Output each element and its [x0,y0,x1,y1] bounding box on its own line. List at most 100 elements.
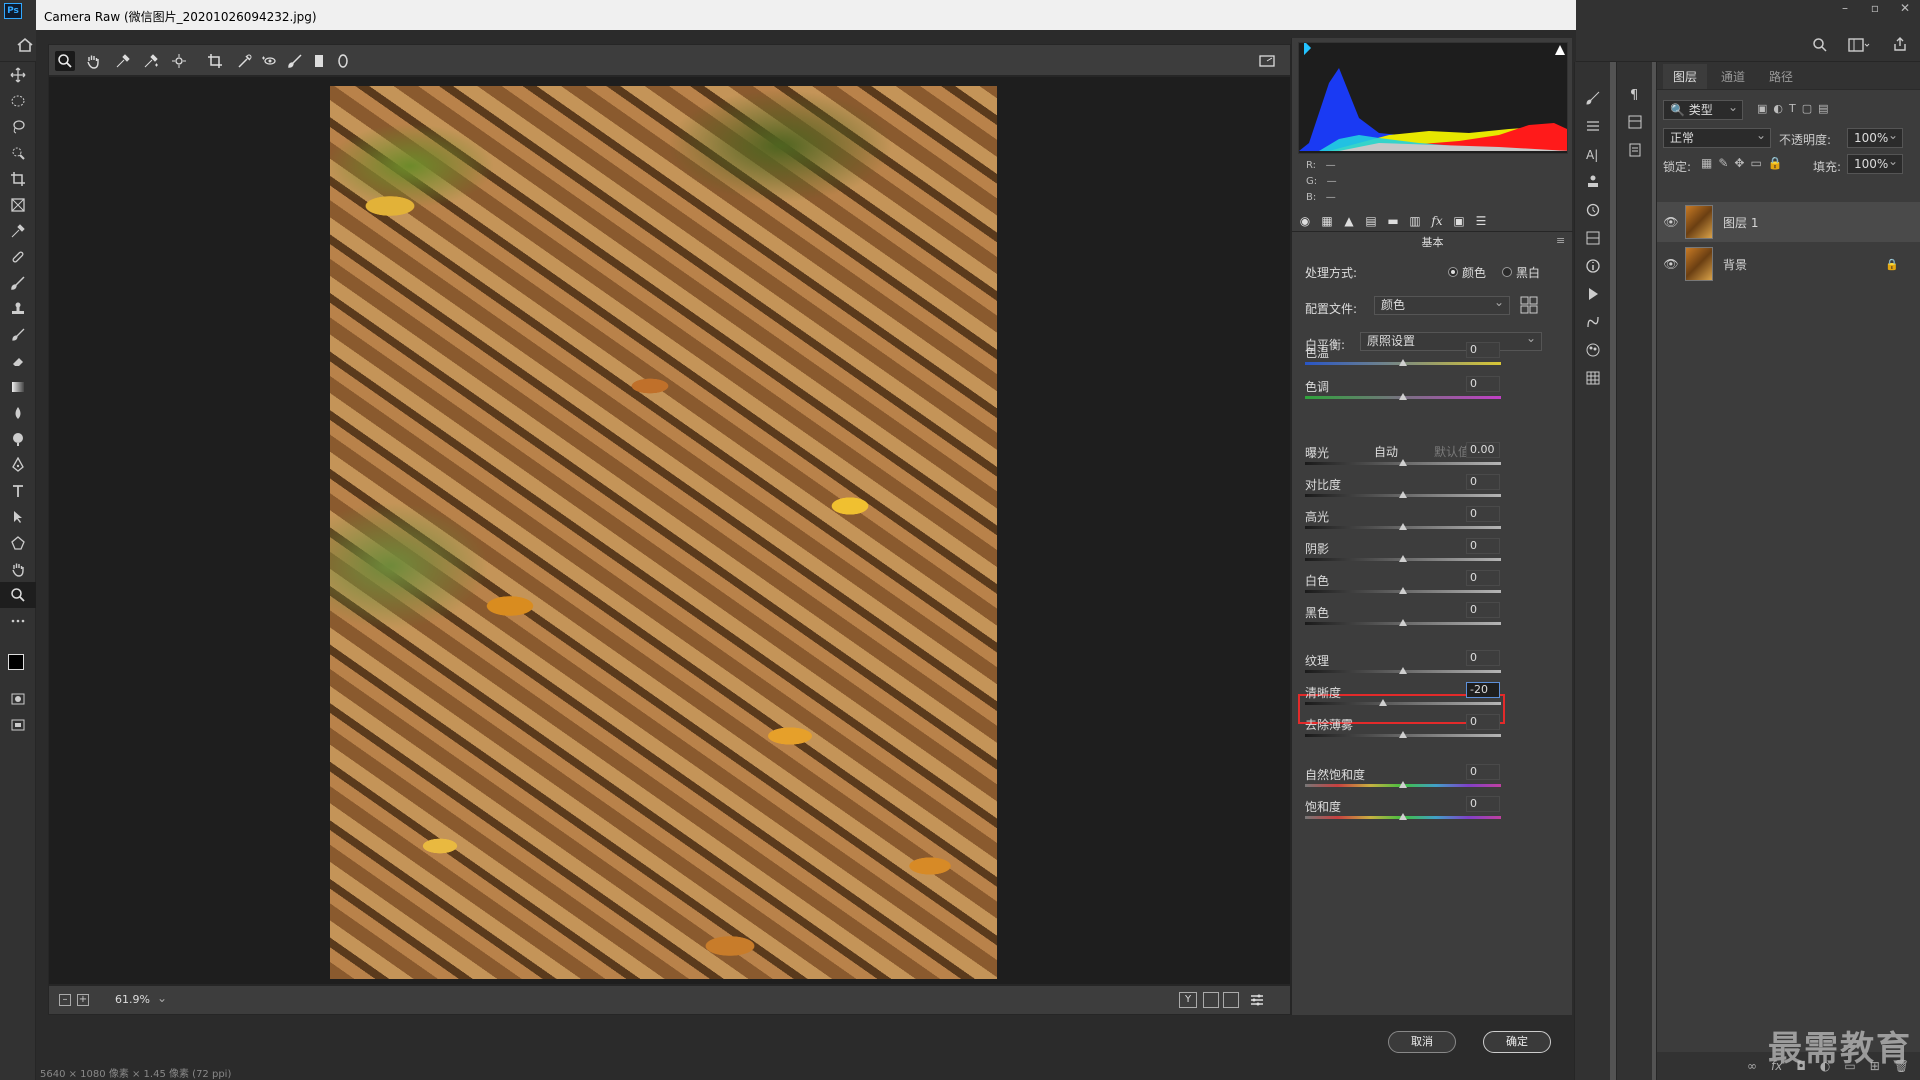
blur-tool-icon[interactable] [0,400,36,426]
info-icon[interactable] [1575,252,1611,280]
crop-icon[interactable] [205,51,225,71]
history-icon[interactable] [1575,196,1611,224]
layer-kind-filter[interactable]: 🔍 类型 [1663,98,1743,120]
brush-settings-icon[interactable] [1575,84,1611,112]
quick-select-tool-icon[interactable] [0,140,36,166]
dodge-tool-icon[interactable] [0,426,36,452]
calibration-tab-icon[interactable]: ▣ [1450,212,1468,230]
color-swatches[interactable] [0,634,35,686]
layer-row-layer1[interactable]: 👁 图层 1 [1657,202,1920,242]
layer-row-background[interactable]: 👁 背景 🔒 [1657,244,1920,284]
link-icon[interactable]: ∞ [1747,1059,1757,1073]
treatment-bw-radio[interactable] [1502,267,1512,277]
profile-dropdown[interactable]: 颜色 [1374,294,1510,315]
layer-filter-icons[interactable]: ▣◐T▢▤ [1757,102,1835,115]
color-sampler-icon[interactable] [141,51,161,71]
slider-thumb[interactable] [1399,781,1407,788]
radial-filter-icon[interactable] [333,51,353,71]
slider-value-input[interactable]: 0 [1466,650,1500,666]
home-icon[interactable] [16,36,34,57]
libraries-icon[interactable] [1575,224,1611,252]
slider-value-input[interactable]: 0 [1466,474,1500,490]
screen-mode-icon[interactable] [0,712,36,738]
eyedropper-tool-icon[interactable] [0,218,36,244]
workspace-icon[interactable] [1848,37,1870,56]
stamp-tool-icon[interactable] [0,296,36,322]
slider-thumb[interactable] [1379,699,1388,706]
toggle-settings-icon[interactable] [1249,992,1265,1011]
zoom-out-button[interactable]: – [59,994,71,1006]
type-tool-icon[interactable] [0,478,36,504]
move-tool-icon[interactable] [0,62,36,88]
adjustment-brush-icon[interactable] [285,51,305,71]
slider-thumb[interactable] [1399,491,1407,498]
split-toning-tab-icon[interactable]: ▬ [1384,212,1402,230]
paths-icon[interactable] [1575,308,1611,336]
blend-mode-dropdown[interactable]: 正常 [1663,126,1771,148]
tab-paths[interactable]: 路径 [1759,64,1803,89]
basic-tab-icon[interactable]: ◉ [1296,212,1314,230]
eye-icon[interactable]: 👁 [1657,215,1685,229]
slider-value-input[interactable]: 0 [1466,570,1500,586]
detail-tab-icon[interactable]: ▲ [1340,212,1358,230]
eye-icon[interactable]: 👁 [1657,257,1685,271]
swap-before-after-icon[interactable] [1203,992,1219,1008]
zoom-in-button[interactable]: + [77,994,89,1006]
slider-value-input[interactable]: 0.00 [1466,442,1500,458]
profile-browser-icon[interactable] [1520,296,1538,317]
ok-button[interactable]: 确定 [1483,1031,1551,1053]
marquee-tool-icon[interactable] [0,88,36,114]
character-icon[interactable]: A| [1575,140,1611,168]
adjustments-icon[interactable] [1575,112,1611,140]
tab-channels[interactable]: 通道 [1711,64,1755,89]
more-tools-icon[interactable] [0,608,36,634]
effects-tab-icon[interactable]: fx [1428,212,1446,230]
before-after-view-icon[interactable]: Y [1179,992,1197,1008]
slider-value-input[interactable]: 0 [1466,714,1500,730]
lock-options-icons[interactable]: ▦✎✥▭🔒 [1701,156,1789,170]
red-eye-icon[interactable] [259,51,279,71]
fill-input[interactable]: 100% [1847,152,1903,174]
opacity-input[interactable]: 100% [1847,126,1903,148]
slider-value-input[interactable]: 0 [1466,764,1500,780]
shape-tool-icon[interactable] [0,530,36,556]
slider-value-input[interactable]: 0 [1466,796,1500,812]
pen-tool-icon[interactable] [0,452,36,478]
swatches-icon[interactable] [1575,336,1611,364]
path-select-tool-icon[interactable] [0,504,36,530]
zoom-level[interactable]: 61.9% [115,993,150,1006]
lens-corrections-tab-icon[interactable]: ▥ [1406,212,1424,230]
search-icon[interactable] [1812,37,1828,56]
restore-button[interactable]: ▫ [1860,0,1890,18]
zoom-tool-icon[interactable] [0,582,36,608]
crop-tool-icon[interactable] [0,166,36,192]
tab-layers[interactable]: 图层 [1663,64,1708,89]
slider-value-input[interactable]: 0 [1466,376,1500,392]
slider-thumb[interactable] [1399,587,1407,594]
lasso-tool-icon[interactable] [0,114,36,140]
tone-curve-tab-icon[interactable]: ▦ [1318,212,1336,230]
close-button[interactable]: ✕ [1890,0,1920,18]
slider-thumb[interactable] [1399,813,1407,820]
layer-name[interactable]: 图层 1 [1723,214,1758,231]
hand-icon[interactable] [83,51,103,71]
properties-icon[interactable] [1617,108,1653,136]
healing-tool-icon[interactable] [0,244,36,270]
actions-play-icon[interactable] [1575,280,1611,308]
slider-value-input[interactable]: 0 [1466,602,1500,618]
presets-tab-icon[interactable]: ☰ [1472,212,1490,230]
cancel-button[interactable]: 取消 [1388,1031,1456,1053]
treatment-color-radio[interactable] [1448,267,1458,277]
slider-thumb[interactable] [1399,459,1407,466]
gradient-tool-icon[interactable] [0,374,36,400]
history-brush-icon[interactable] [0,322,36,348]
hsl-tab-icon[interactable]: ▤ [1362,212,1380,230]
slider-value-input[interactable]: 0 [1466,538,1500,554]
frame-tool-icon[interactable] [0,192,36,218]
slider-value-input[interactable]: 0 [1466,506,1500,522]
image-preview[interactable] [48,76,1291,985]
hand-tool-icon[interactable] [0,556,36,582]
slider-thumb[interactable] [1399,731,1407,738]
white-balance-icon[interactable] [113,51,133,71]
layer-name[interactable]: 背景 [1723,256,1747,273]
